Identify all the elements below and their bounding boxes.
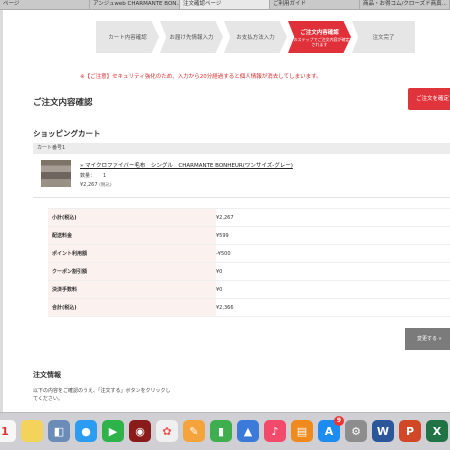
books-icon[interactable]: ▤	[291, 420, 313, 442]
checkout-steps: カート内容確認 お届け先情報入力 お支払方法入力 ご注文内容確認 このステップで…	[96, 21, 416, 53]
excel-icon[interactable]: X	[426, 420, 448, 442]
system-preferences-icon[interactable]: ⚙	[345, 420, 367, 442]
photos-icon[interactable]: ✿	[156, 420, 178, 442]
browser-tab[interactable]: ご利用ガイド	[270, 0, 360, 9]
facetime-icon[interactable]: ▶	[102, 420, 124, 442]
music-icon[interactable]: ♪	[264, 420, 286, 442]
summary-label: 合計(税込)	[48, 299, 216, 316]
price-value: ¥2,267	[80, 182, 98, 188]
cart-title: ショッピングカート	[33, 129, 101, 138]
step-label: お支払方法入力	[236, 35, 275, 41]
step-cart: カート内容確認	[96, 21, 159, 53]
step-label: 注文完了	[372, 35, 395, 41]
preview-icon[interactable]: ◧	[48, 420, 70, 442]
summary-value: ¥2,267	[216, 214, 234, 221]
browser-tab-active[interactable]: 注文確認ページ	[180, 0, 270, 9]
change-button[interactable]: 変更する »	[405, 328, 450, 350]
step-payment: お支払方法入力	[224, 21, 287, 53]
summary-row: 合計(税込) ¥2,366	[48, 299, 450, 317]
summary-label: ポイント利用額	[48, 245, 216, 262]
summary-label: 配送料金	[48, 227, 216, 244]
step-confirm: ご注文内容確認 このステップでご注文内容が確定されます	[288, 21, 351, 53]
summary-value: ¥599	[216, 232, 229, 239]
pages-icon[interactable]: ✎	[183, 420, 205, 442]
order-summary: 小計(税込) ¥2,267 配送料金 ¥599 ポイント利用額 -¥500 クーポン割…	[48, 208, 450, 317]
calendar-icon[interactable]: 1	[0, 420, 16, 442]
summary-row: 決済手数料 ¥0	[48, 281, 450, 299]
product-image[interactable]	[41, 160, 71, 187]
summary-row: ポイント利用額 -¥500	[48, 245, 450, 263]
tax-note: (税込)	[99, 183, 112, 188]
summary-label: クーポン割引額	[48, 263, 216, 280]
cart-item: » マイクロファイバー毛布 シングル CHARMANTE BONHEUR(ワンサ…	[33, 154, 450, 198]
browser-tab[interactable]: ページ	[0, 0, 90, 9]
quantity-value: 1	[103, 173, 107, 179]
macos-dock: 1 ◧ ● ▶ ◉ ✿ ✎ ▮ ▲ ♪ ▤ A 9 ⚙ W P X	[0, 412, 450, 450]
page-title: ご注文内容確認	[33, 98, 93, 108]
step-sublabel: このステップでご注文内容が確定されます	[289, 36, 350, 47]
summary-value: ¥0	[216, 268, 223, 275]
browser-tab[interactable]: アンジュweb CHARMANTE BON...	[90, 0, 180, 9]
step-label: ご注文内容確認	[300, 29, 339, 36]
summary-value: ¥2,366	[216, 304, 234, 311]
summary-label: 決済手数料	[48, 281, 216, 298]
step-label: お届け先情報入力	[169, 35, 214, 41]
keynote-icon[interactable]: ▲	[237, 420, 259, 442]
browser-tab-strip: ページ アンジュweb CHARMANTE BON... 注文確認ページ ご利用…	[0, 0, 450, 10]
powerpoint-icon[interactable]: P	[399, 420, 421, 442]
summary-value: -¥500	[216, 250, 231, 257]
notes-icon[interactable]	[21, 420, 43, 442]
notification-badge: 9	[334, 416, 344, 426]
product-name-link[interactable]: » マイクロファイバー毛布 シングル CHARMANTE BONHEUR(ワンサ…	[80, 161, 293, 169]
app-store-icon[interactable]: A9	[318, 416, 344, 442]
step-label: カート内容確認	[108, 35, 147, 41]
item-price: ¥2,267 (税込)	[80, 182, 112, 188]
left-edge	[0, 10, 3, 415]
summary-label: 小計(税込)	[48, 209, 216, 226]
word-icon[interactable]: W	[372, 420, 394, 442]
summary-row: 小計(税込) ¥2,267	[48, 209, 450, 227]
summary-value: ¥0	[216, 286, 223, 293]
order-info-title: 注文情報	[33, 371, 61, 379]
summary-row: クーポン割引額 ¥0	[48, 263, 450, 281]
summary-row: 配送料金 ¥599	[48, 227, 450, 245]
cart-number: カート番号1	[33, 143, 450, 154]
step-complete: 注文完了	[352, 21, 415, 53]
quantity: 数量： 1	[80, 172, 106, 179]
confirm-order-button[interactable]: ご注文を確定	[408, 88, 450, 110]
step-shipping: お届け先情報入力	[160, 21, 223, 53]
quantity-label: 数量：	[80, 173, 96, 179]
order-info-description: 以下の内容をご確認のうえ、「注文する」ボタンをクリックしてください。	[33, 388, 171, 402]
security-notice: ※【ご注意】セキュリティ強化のため、入力から20分経過すると個人情報が消去してし…	[80, 74, 322, 80]
numbers-icon[interactable]: ▮	[210, 420, 232, 442]
messages-icon[interactable]: ●	[75, 420, 97, 442]
browser-tab[interactable]: 商品・お得コム/クローズド商真...	[360, 0, 450, 9]
photo-booth-icon[interactable]: ◉	[129, 420, 151, 442]
